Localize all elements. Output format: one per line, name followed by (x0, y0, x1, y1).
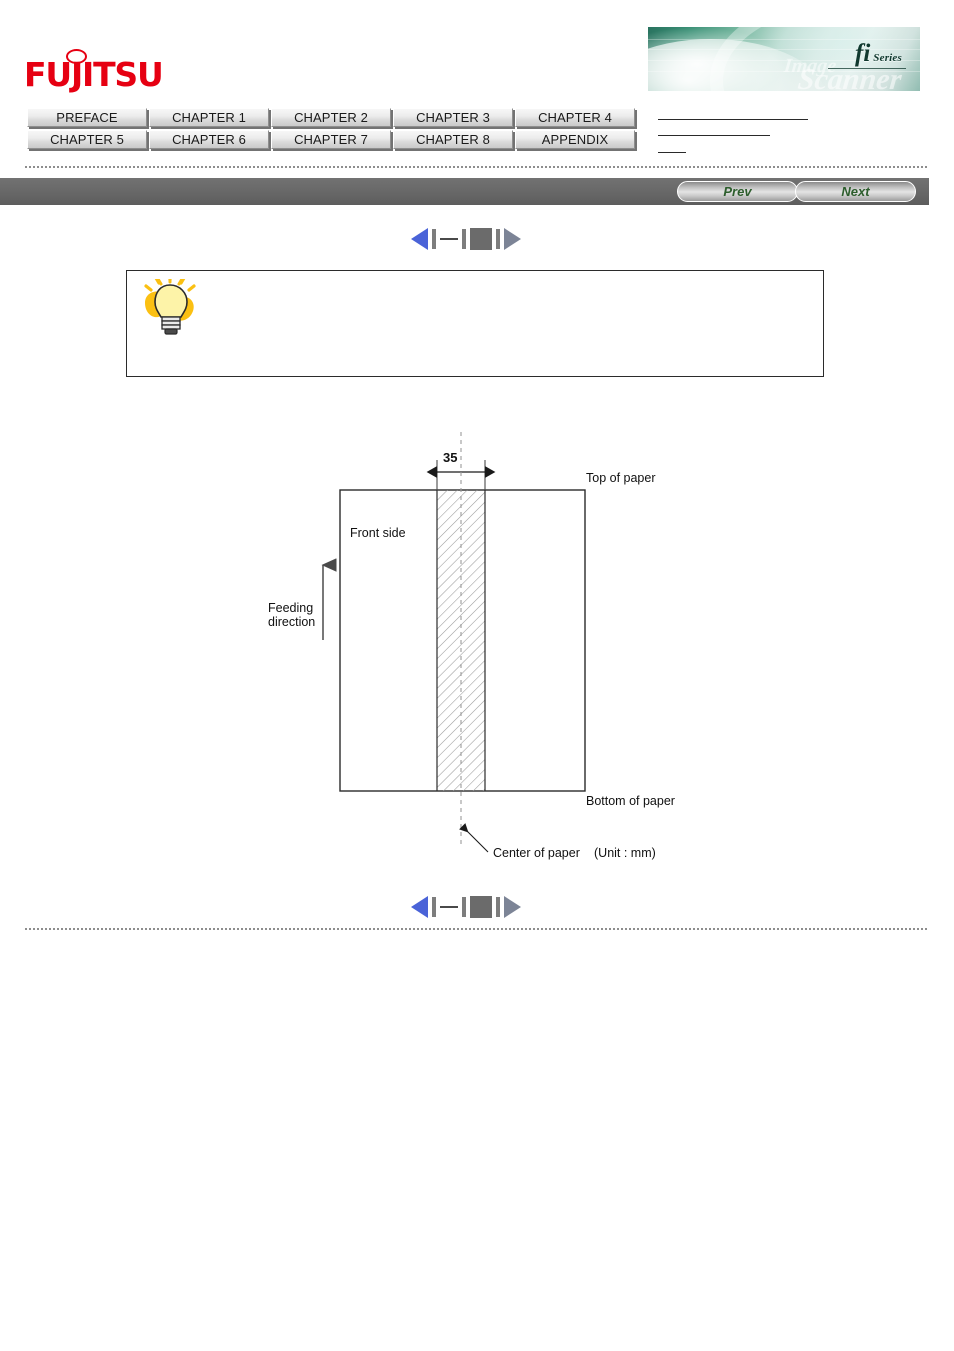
tab-appendix[interactable]: APPENDIX (515, 130, 635, 149)
paper-feed-diagram: 35 Top of paper Bottom of paper Front si… (230, 420, 730, 880)
stepper-tick-icon (496, 229, 500, 249)
tab-chapter-8[interactable]: CHAPTER 8 (393, 130, 513, 149)
fi-mark-series-word: Series (873, 52, 902, 64)
center-of-paper-leader-line (459, 823, 489, 853)
fujitsu-logo: FUJITSU (24, 48, 224, 94)
label-feeding-direction-2: direction (268, 615, 316, 629)
banner-scanline (648, 39, 920, 40)
page-next-arrow-icon[interactable] (504, 896, 521, 918)
label-top-of-paper: Top of paper (586, 471, 656, 485)
stepper-tick-icon (432, 229, 436, 249)
tab-chapter-2[interactable]: CHAPTER 2 (271, 108, 391, 127)
divider-bottom (25, 928, 927, 930)
tab-chapter-6[interactable]: CHAPTER 6 (149, 130, 269, 149)
breadcrumb-rule-1 (658, 119, 808, 120)
fi-mark-letters: fi (855, 40, 871, 67)
fi-series-mark: fi Series (855, 41, 902, 66)
page-stepper-bottom (411, 896, 521, 918)
lightbulb-icon (144, 279, 196, 335)
prev-button[interactable]: Prev (677, 181, 798, 202)
stepper-dash-icon (440, 238, 458, 240)
stepper-tick-icon (432, 897, 436, 917)
navigation-bar: Prev Next (0, 178, 929, 205)
stepper-tick-icon (496, 897, 500, 917)
dimension-label-35: 35 (443, 450, 458, 465)
label-front-side: Front side (350, 526, 406, 540)
label-center-of-paper: Center of paper (493, 846, 580, 860)
breadcrumb-rule-3 (658, 152, 686, 153)
fi-mark-underline (828, 68, 906, 69)
divider-top (25, 166, 927, 168)
stepper-position-block[interactable] (470, 896, 492, 918)
hint-box (126, 270, 824, 377)
tab-chapter-3[interactable]: CHAPTER 3 (393, 108, 513, 127)
stepper-position-block[interactable] (470, 228, 492, 250)
breadcrumb-rule-2 (658, 135, 770, 136)
tab-preface[interactable]: PREFACE (27, 108, 147, 127)
page-prev-arrow-icon[interactable] (411, 228, 428, 250)
page-next-arrow-icon[interactable] (504, 228, 521, 250)
tab-chapter-5[interactable]: CHAPTER 5 (27, 130, 147, 149)
tab-chapter-4[interactable]: CHAPTER 4 (515, 108, 635, 127)
page-prev-arrow-icon[interactable] (411, 896, 428, 918)
chapter-tab-bar: PREFACE CHAPTER 1 CHAPTER 2 CHAPTER 3 CH… (27, 108, 635, 152)
next-button[interactable]: Next (795, 181, 916, 202)
tab-chapter-7[interactable]: CHAPTER 7 (271, 130, 391, 149)
fi-series-banner: Image Scanner fi Series (648, 27, 920, 91)
page-stepper-top (411, 228, 521, 250)
label-bottom-of-paper: Bottom of paper (586, 794, 675, 808)
fujitsu-logo-wordmark: FUJITSU (24, 55, 164, 94)
stepper-tick-icon (462, 229, 466, 249)
stepper-dash-icon (440, 906, 458, 908)
label-unit-note: (Unit : mm) (594, 846, 656, 860)
label-feeding-direction-1: Feeding (268, 601, 314, 615)
tab-chapter-1[interactable]: CHAPTER 1 (149, 108, 269, 127)
stepper-tick-icon (462, 897, 466, 917)
paper-feed-diagram-svg (321, 432, 586, 853)
